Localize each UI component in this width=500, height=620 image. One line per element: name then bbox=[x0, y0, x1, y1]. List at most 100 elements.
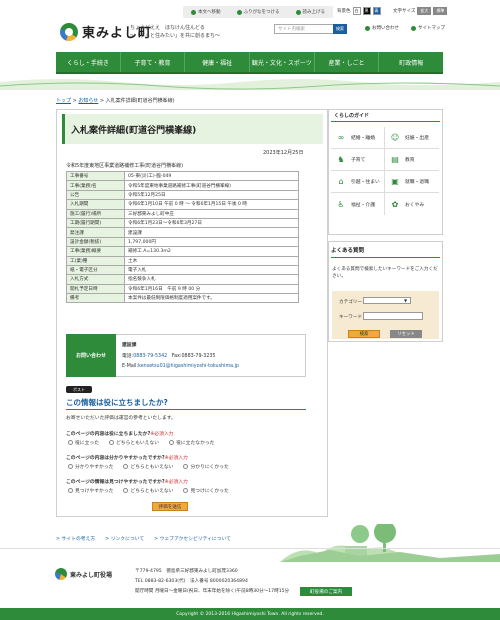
sitemap-link[interactable]: サイトマップ bbox=[411, 25, 445, 31]
email-link[interactable]: kensetsu01@higashimiyoshi-tokushima.jp bbox=[138, 364, 239, 369]
table-key: 備考 bbox=[66, 293, 125, 304]
town-emblem-icon bbox=[55, 568, 67, 580]
footer-divider bbox=[0, 548, 500, 549]
font-standard-button[interactable]: 標準 bbox=[433, 7, 448, 15]
radio-icon bbox=[183, 488, 189, 493]
nav-item-government[interactable]: 町政情報 bbox=[379, 52, 443, 72]
baby-icon: ☺ bbox=[390, 133, 400, 142]
bg-black-button[interactable]: 黒 bbox=[362, 7, 371, 15]
radio-option[interactable]: どちらともいえない bbox=[123, 487, 173, 494]
radio-option[interactable]: 分かりやすかった bbox=[68, 463, 113, 470]
footer-tel: TEL 0883-82-6303(代) 法人番号 8000020364894 bbox=[135, 579, 248, 584]
contact-link[interactable]: お問い合わせ bbox=[365, 25, 399, 31]
radio-option[interactable]: 見つけやすかった bbox=[68, 487, 113, 494]
read-aloud-link[interactable]: 読み上げる bbox=[295, 9, 325, 15]
table-value: 令和5年度東地事業道路補修工事(町道谷門横峯線) bbox=[124, 180, 299, 191]
flower-icon: ✿ bbox=[391, 199, 399, 209]
phone-link[interactable]: 0883-79-5342 bbox=[133, 354, 167, 359]
guide-item-education[interactable]: ▤ 教育 bbox=[385, 149, 439, 171]
table-value: 1,797,000円 bbox=[124, 236, 299, 248]
table-row: 入札方式 指名競争入札 bbox=[66, 274, 299, 285]
font-enlarge-button[interactable]: 拡大 bbox=[417, 7, 432, 15]
bg-color-label: 背景色 bbox=[337, 9, 351, 14]
radio-option[interactable]: どちらともいえない bbox=[123, 463, 173, 470]
table-row: 紙・電子区分 電子入札 bbox=[66, 264, 299, 276]
utility-bar: 本文へ移動 ふりがなをつける 読み上げる bbox=[183, 6, 333, 18]
guide-item-welfare[interactable]: ♿ 福祉・介護 bbox=[331, 193, 385, 215]
post-share-button[interactable]: ポスト bbox=[66, 386, 92, 393]
contact-email-line: E-Mail:kensetsu01@higashimiyoshi-tokushi… bbox=[122, 364, 239, 369]
radio-option[interactable]: 分かりにくかった bbox=[183, 463, 229, 470]
table-key: 発注課 bbox=[66, 227, 125, 238]
bg-blue-button[interactable]: 青 bbox=[372, 7, 381, 15]
radio-option[interactable]: 見つけにくかった bbox=[183, 487, 229, 494]
keyword-input[interactable] bbox=[363, 312, 423, 320]
nav-item-industry[interactable]: 産業・しごと bbox=[315, 52, 380, 72]
radio-option[interactable]: 役に立った bbox=[68, 439, 99, 446]
table-row: 工事番号 05-東(災(工)-臨-049 bbox=[66, 170, 299, 182]
office-guide-button[interactable]: 町役場のご案内 bbox=[300, 587, 352, 596]
table-value: 05-東(災(工)-臨-049 bbox=[124, 170, 299, 182]
search-button[interactable]: 検索 bbox=[333, 24, 347, 34]
nav-item-health[interactable]: 健康・福祉 bbox=[185, 52, 251, 72]
table-key: 設計金額(税抜) bbox=[66, 236, 125, 248]
fax-number: Fax:0883-79-3235 bbox=[171, 354, 216, 359]
footer-logo: 東みよし町役場 bbox=[55, 568, 112, 580]
publish-date: 2023年12月25日 bbox=[263, 150, 304, 156]
guide-item-pregnancy[interactable]: ☺ 妊娠・出産 bbox=[385, 127, 439, 149]
guide-item-moving[interactable]: ⌂ 引越・住まい bbox=[331, 171, 385, 193]
radio-icon bbox=[123, 488, 129, 493]
keyword-label: キーワード bbox=[339, 315, 362, 320]
arrow-icon bbox=[191, 9, 196, 15]
guide-item-childcare[interactable]: ♞ 子育て bbox=[331, 149, 385, 171]
feedback-intro: お寄せいただいた評価は運営の参考といたします。 bbox=[66, 416, 176, 421]
contact-heading: お問い合わせ bbox=[66, 334, 116, 377]
bid-details-table: 工事番号 05-東(災(工)-臨-049 工事(業務)名 令和5年度東地事業道路補修… bbox=[66, 170, 299, 304]
footer-link-links[interactable]: > リンクについて bbox=[105, 535, 144, 542]
radio-option[interactable]: 役に立たなかった bbox=[169, 439, 214, 446]
table-row: 施工(履行)場所 三好郡東みよし町中庄 bbox=[66, 208, 299, 219]
nav-item-life[interactable]: くらし・手続き bbox=[56, 52, 121, 72]
footer-link-policy[interactable]: > サイトの考え方 bbox=[56, 535, 95, 542]
house-icon: ⌂ bbox=[338, 177, 344, 186]
table-value: 電子入札 bbox=[124, 264, 299, 276]
radio-icon bbox=[68, 464, 73, 469]
global-nav: くらし・手続き 子育て・教育 健康・福祉 観光・文化・スポーツ 産業・しごと 町… bbox=[56, 52, 443, 74]
question-1-options: 役に立った どちらともいえない 役に立たなかった bbox=[68, 439, 214, 446]
table-value: 令和6年1月16日 午前 9 時 00 分 bbox=[124, 283, 299, 295]
nav-item-childcare[interactable]: 子育て・教育 bbox=[121, 52, 186, 72]
footer-address: 〒779-4795 徳島県三好郡東みよし町加茂3360 bbox=[135, 569, 238, 574]
contact-dept: 建設課 bbox=[122, 343, 137, 348]
radio-icon bbox=[183, 464, 189, 469]
tagline-line-2: 〜「ずっと住みたい」を共に創るまち〜 bbox=[130, 33, 221, 39]
footer-hours: 開庁時間 月曜日〜金曜日(祝日、年末年始を除く)午前8時30分〜17時15分 bbox=[135, 589, 290, 594]
table-value: 指名競争入札 bbox=[124, 274, 299, 285]
faq-search-button[interactable]: 検索 bbox=[348, 330, 380, 338]
skip-to-main-link[interactable]: 本文へ移動 bbox=[191, 9, 221, 15]
feedback-title: この情報は役に立ちましたか? bbox=[66, 398, 168, 407]
faq-reset-button[interactable]: リセット bbox=[390, 330, 422, 338]
breadcrumb-news[interactable]: お知らせ bbox=[78, 98, 98, 104]
guide-item-employment[interactable]: ▣ 就職・退職 bbox=[385, 171, 439, 193]
table-row: 工事(業務)概要 補修工 A=130.3m2 bbox=[66, 246, 299, 257]
table-row: 備考 本案件は最低制限価格制度適用案件です。 bbox=[66, 293, 299, 304]
radio-option[interactable]: どちらともいえない bbox=[109, 439, 159, 446]
submit-feedback-button[interactable]: 評価を送信 bbox=[152, 502, 188, 511]
furigana-link[interactable]: ふりがなをつける bbox=[236, 9, 280, 15]
guide-item-condolence[interactable]: ✿ おくやみ bbox=[385, 193, 439, 215]
life-guide-title: くらしのガイド bbox=[331, 112, 440, 122]
radio-icon bbox=[123, 464, 129, 469]
table-value: 令和5年12月25日 bbox=[124, 189, 299, 201]
nav-item-tourism[interactable]: 観光・文化・スポーツ bbox=[250, 52, 315, 72]
bg-white-button[interactable]: 白 bbox=[352, 7, 361, 15]
breadcrumb-current: 入札案件詳細(町道谷門横峯線) bbox=[105, 98, 175, 104]
table-value: 令和6年1月23日〜令和6年3月27日 bbox=[124, 217, 299, 229]
tagline-line-1: ちょうどええ ほなけん住んどる bbox=[130, 25, 205, 31]
font-size-label: 文字サイズ bbox=[393, 9, 416, 14]
guide-item-marriage[interactable]: ∞ 結婚・離婚 bbox=[331, 127, 385, 149]
breadcrumb: トップ > お知らせ > 入札案件詳細(町道谷門横峯線) bbox=[56, 98, 175, 104]
radio-icon bbox=[68, 440, 73, 445]
footer-link-accessibility[interactable]: > ウェブアクセシビリティについて bbox=[154, 535, 231, 542]
table-key: 工事番号 bbox=[66, 170, 125, 182]
breadcrumb-top[interactable]: トップ bbox=[56, 98, 71, 104]
